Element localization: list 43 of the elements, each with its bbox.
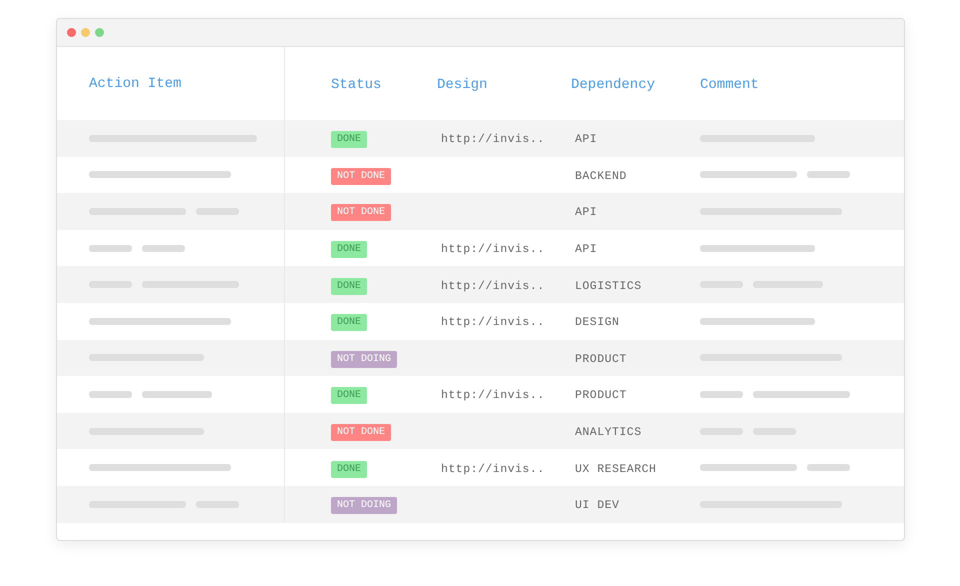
table-cell: UI DEV bbox=[575, 499, 620, 512]
close-icon[interactable] bbox=[67, 28, 76, 37]
table-cell: PRODUCT bbox=[575, 389, 627, 402]
column-header: Comment bbox=[700, 76, 759, 92]
table-cell: UX RESEARCH bbox=[575, 462, 656, 476]
column-header: Design bbox=[437, 76, 488, 92]
status-badge: DONE bbox=[331, 278, 368, 295]
status-badge: NOT DONE bbox=[331, 204, 392, 222]
table-cell: BACKEND bbox=[575, 170, 627, 183]
status-badge: NOT DOING bbox=[331, 350, 398, 368]
placeholder-bar bbox=[807, 464, 850, 472]
placeholder-bar bbox=[142, 244, 185, 252]
column-header: Dependency bbox=[571, 76, 656, 92]
table-cell: API bbox=[575, 243, 598, 256]
table-cell: DESIGN bbox=[575, 316, 620, 330]
status-badge: NOT DONE bbox=[331, 424, 392, 442]
status-badge: DONE bbox=[331, 460, 368, 478]
status-badge: DONE bbox=[331, 241, 368, 258]
table-cell: API bbox=[575, 133, 598, 146]
design-link[interactable]: http://invis.. bbox=[441, 389, 545, 402]
placeholder-bar bbox=[89, 244, 132, 252]
table-cell: LOGISTICS bbox=[575, 280, 642, 293]
design-link[interactable]: http://invis.. bbox=[441, 280, 545, 293]
placeholder-bar bbox=[807, 171, 850, 178]
status-badge: NOT DONE bbox=[331, 168, 392, 185]
column-header: Status bbox=[331, 76, 382, 92]
table-cell: API bbox=[575, 206, 598, 220]
table-cell: PRODUCT bbox=[575, 352, 627, 366]
status-badge: DONE bbox=[331, 387, 368, 404]
design-link[interactable]: http://invis.. bbox=[441, 316, 545, 330]
column-header: Action Item bbox=[89, 76, 182, 92]
placeholder-bar bbox=[89, 390, 132, 398]
design-link[interactable]: http://invis.. bbox=[441, 462, 545, 476]
status-badge: NOT DOING bbox=[331, 497, 398, 514]
status-badge: DONE bbox=[331, 131, 368, 148]
status-badge: DONE bbox=[331, 314, 368, 332]
table-cell: ANALYTICS bbox=[575, 426, 642, 440]
placeholder-bar bbox=[700, 390, 743, 398]
maximize-icon[interactable] bbox=[95, 28, 104, 37]
design-link[interactable]: http://invis.. bbox=[441, 133, 545, 146]
placeholder-bar bbox=[142, 390, 212, 398]
design-link[interactable]: http://invis.. bbox=[441, 243, 545, 256]
minimize-icon[interactable] bbox=[81, 28, 90, 37]
